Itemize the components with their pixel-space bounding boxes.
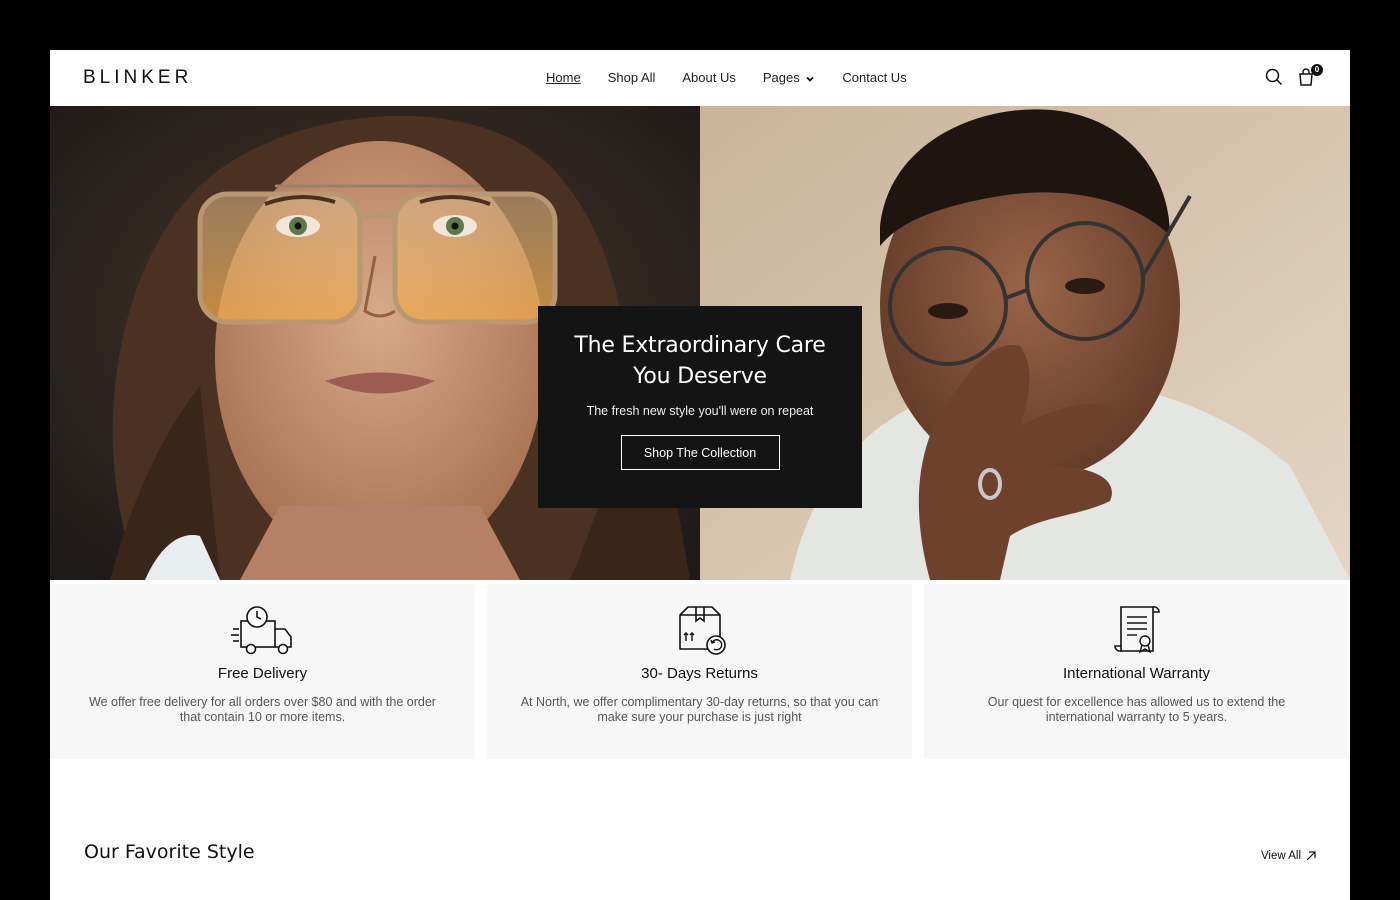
view-all-link[interactable]: View All: [1261, 850, 1317, 862]
feature-free-delivery: Free Delivery We offer free delivery for…: [50, 584, 475, 759]
hero-banner: The Extraordinary Care You Deserve The f…: [50, 106, 1350, 580]
page-frame: BLINKER Home Shop All About Us Pages Con…: [50, 50, 1350, 900]
site-header: BLINKER Home Shop All About Us Pages Con…: [50, 50, 1350, 106]
delivery-truck-icon: [230, 606, 292, 655]
nav-pages-label: Pages: [762, 70, 800, 85]
section-title: Our Favorite Style: [84, 841, 255, 863]
header-icons: 0: [1264, 64, 1323, 87]
hero-promo-card: The Extraordinary Care You Deserve The f…: [538, 306, 862, 508]
shop-collection-button[interactable]: Shop The Collection: [620, 435, 780, 470]
cart-count-badge: 0: [1311, 64, 1323, 76]
view-all-label: View All: [1260, 850, 1301, 862]
feature-title: 30- Days Returns: [641, 665, 758, 682]
feature-description: At North, we offer complimentary 30-day …: [520, 695, 879, 724]
nav-contact-us[interactable]: Contact Us: [842, 70, 906, 85]
features-row: Free Delivery We offer free delivery for…: [50, 584, 1350, 759]
nav-pages[interactable]: Pages: [763, 70, 816, 85]
nav-home[interactable]: Home: [546, 70, 581, 85]
returns-box-icon: [678, 606, 726, 655]
feature-title: International Warranty: [1062, 665, 1210, 682]
feature-title: Free Delivery: [217, 665, 308, 682]
shopping-bag-icon[interactable]: 0: [1296, 64, 1323, 87]
arrow-up-right-icon: [1306, 851, 1316, 861]
nav-shop-all[interactable]: Shop All: [608, 70, 656, 85]
warranty-certificate-icon: [1113, 606, 1160, 654]
hero-title: The Extraordinary Care You Deserve: [574, 333, 826, 389]
feature-returns: 30- Days Returns At North, we offer comp…: [487, 584, 912, 759]
feature-warranty: International Warranty Our quest for exc…: [924, 584, 1349, 759]
feature-description: Our quest for excellence has allowed us …: [987, 695, 1286, 724]
feature-description: We offer free delivery for all orders ov…: [89, 695, 436, 724]
chevron-down-icon: [806, 76, 815, 82]
main-nav: Home Shop All About Us Pages Contact Us: [546, 70, 907, 85]
hero-subtitle: The fresh new style you'll were on repea…: [586, 404, 814, 418]
search-icon[interactable]: [1264, 67, 1284, 87]
nav-about-us[interactable]: About Us: [682, 70, 735, 85]
brand-logo[interactable]: BLINKER: [83, 67, 192, 89]
